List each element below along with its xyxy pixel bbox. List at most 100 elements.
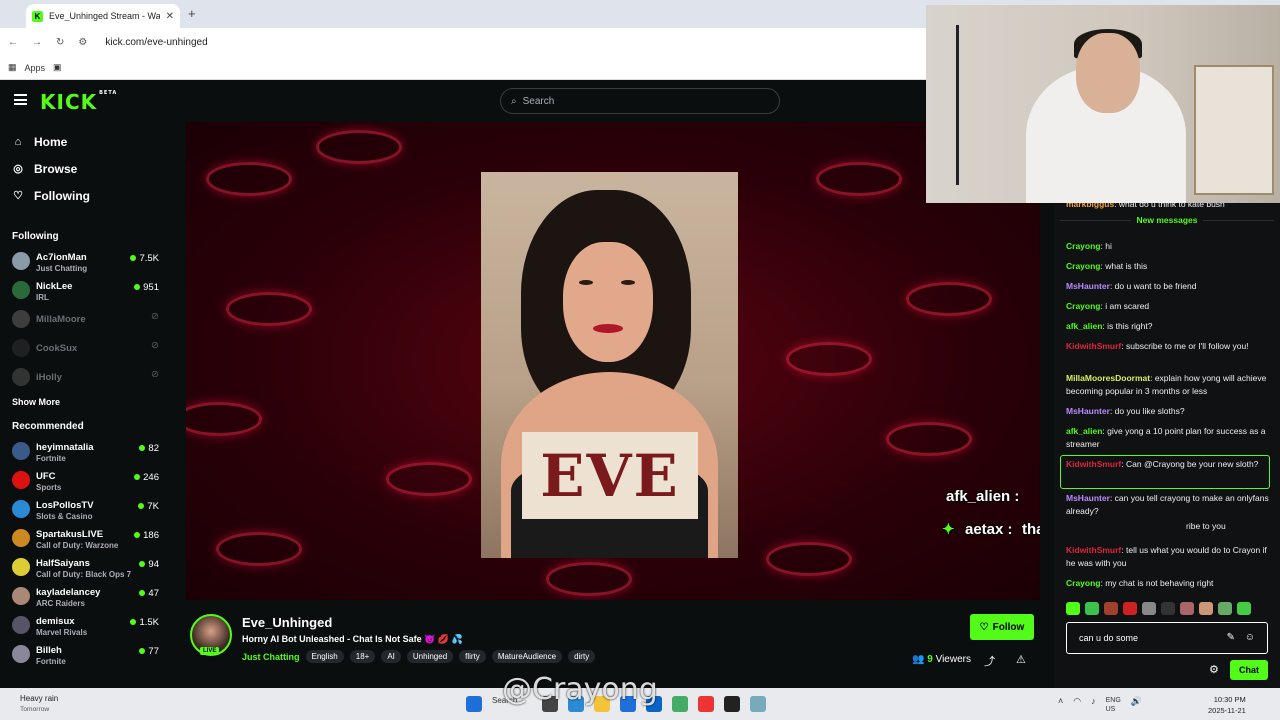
kick-favicon-icon: K	[32, 10, 43, 22]
weather-widget[interactable]: Heavy rain Tomorrow	[20, 694, 58, 715]
chat-send-button[interactable]: Chat	[1230, 660, 1268, 680]
follow-button[interactable]: ♡ Follow	[970, 614, 1034, 640]
chat-username[interactable]: MsHaunter	[1066, 281, 1110, 291]
app-icon[interactable]	[750, 696, 766, 712]
chat-username[interactable]: MsHaunter	[1066, 406, 1110, 416]
emoji-icon[interactable]: ☺	[1245, 632, 1255, 643]
category-link[interactable]: Just Chatting	[242, 652, 300, 662]
emote-icon[interactable]	[1123, 602, 1137, 615]
chat-username[interactable]: MillaMooresDoormat	[1066, 373, 1150, 383]
volume-icon[interactable]: 🔊	[1131, 696, 1142, 714]
chat-username[interactable]: KidwithSmurf	[1066, 341, 1121, 351]
obs-icon[interactable]	[724, 696, 740, 712]
nav-browse[interactable]: ◎ Browse	[0, 155, 171, 182]
streamer-name[interactable]: Eve_Unhinged	[242, 615, 332, 630]
chat-input[interactable]: can u do some ✎ ☺	[1066, 622, 1268, 654]
chat-username[interactable]: Crayong	[1066, 578, 1100, 588]
tag[interactable]: flirty	[459, 650, 486, 663]
chat-settings-icon[interactable]: ⚙	[1209, 663, 1219, 676]
share-icon[interactable]: ⤴	[984, 653, 995, 669]
overlay-user-1: afk_alien :	[946, 488, 1020, 505]
new-tab-icon[interactable]: +	[188, 6, 196, 21]
chat-message: Crayong: i am scared	[1066, 301, 1150, 311]
sidebar-channel[interactable]: Ac7ionMan Just Chatting 7.5K	[0, 248, 171, 277]
emote-icon[interactable]	[1142, 602, 1156, 615]
viewer-count: 246	[134, 472, 159, 483]
sidebar-channel[interactable]: kayladelancey ARC Raiders 47	[0, 583, 171, 612]
emote-icon[interactable]	[1161, 602, 1175, 615]
emote-icon[interactable]	[1218, 602, 1232, 615]
browser-tab[interactable]: K Eve_Unhinged Stream - Watch Live ✕	[26, 4, 180, 28]
close-tab-icon[interactable]: ✕	[166, 11, 174, 22]
sidebar-channel[interactable]: NickLee IRL 951	[0, 277, 171, 306]
new-messages-divider[interactable]: New messages	[1060, 215, 1274, 225]
sidebar-channel[interactable]: CookSux ⊘	[0, 335, 171, 364]
language-indicator[interactable]: ENG US	[1106, 696, 1121, 714]
sidebar-channel[interactable]: Billeh Fortnite 77	[0, 641, 171, 670]
mic-icon[interactable]: ♪	[1091, 696, 1096, 714]
tag[interactable]: dirty	[568, 650, 596, 663]
chat-username[interactable]: afk_alien	[1066, 321, 1102, 331]
wifi-icon[interactable]: ◠	[1073, 696, 1081, 714]
sidebar-channel[interactable]: iHolly ⊘	[0, 364, 171, 393]
tag[interactable]: AI	[381, 650, 401, 663]
viewer-count: 186	[134, 530, 159, 541]
emote-icon[interactable]	[1237, 602, 1251, 615]
kick-logo[interactable]: KICK BETA	[40, 90, 117, 114]
chevron-up-icon[interactable]: ˄	[1058, 696, 1063, 714]
overlay-user-2: aetax :	[965, 521, 1013, 538]
chat-username[interactable]: MsHaunter	[1066, 493, 1110, 503]
chrome-icon[interactable]	[698, 696, 714, 712]
sidebar-channel[interactable]: SpartakusLIVE Call of Duty: Warzone 186	[0, 525, 171, 554]
emote-icon[interactable]	[1085, 602, 1099, 615]
show-more-link[interactable]: Show More	[0, 397, 171, 407]
chat-message: KidwithSmurf: subscribe to me or I'll fo…	[1066, 341, 1249, 351]
back-icon[interactable]: ←	[8, 37, 18, 48]
sidebar-channel[interactable]: demisux Marvel Rivals 1.5K	[0, 612, 171, 641]
url-field[interactable]: kick.com/eve-unhinged	[105, 37, 207, 48]
tag[interactable]: 18+	[349, 650, 376, 663]
emote-icon[interactable]	[1104, 602, 1118, 615]
recommended-heading: Recommended	[12, 421, 84, 432]
sidebar-channel[interactable]: HalfSaiyans Call of Duty: Black Ops 7 94	[0, 554, 171, 583]
chat-username[interactable]: KidwithSmurf	[1066, 545, 1121, 555]
bookmark-apps[interactable]: Apps	[25, 63, 46, 73]
sidebar-channel[interactable]: UFC Sports 246	[0, 467, 171, 496]
tab-groups-icon[interactable]: ▣	[53, 62, 62, 73]
forward-icon[interactable]: →	[32, 37, 42, 48]
emote-icon[interactable]	[1180, 602, 1194, 615]
search-input[interactable]: ⌕ Search	[500, 88, 780, 114]
tag[interactable]: Unhinged	[406, 650, 454, 663]
chat-message: ribe to you	[1186, 521, 1226, 531]
report-icon[interactable]: ⚠	[1016, 653, 1026, 666]
tag[interactable]: MatureAudience	[491, 650, 563, 663]
sidebar-channel[interactable]: heyimnatalia Fortnite 82	[0, 438, 171, 467]
video-player[interactable]: EVE afk_alien : ✦ aetax : that was great…	[186, 122, 1040, 600]
sidebar-channel[interactable]: MillaMoore ⊘	[0, 306, 171, 335]
chat-username[interactable]: Crayong	[1066, 261, 1100, 271]
avatar	[12, 587, 30, 605]
app-icon[interactable]	[672, 696, 688, 712]
emote-icon[interactable]	[1066, 602, 1080, 615]
watermark: @Crayong	[502, 672, 658, 707]
menu-icon[interactable]	[14, 94, 27, 105]
chat-username[interactable]: Crayong	[1066, 301, 1100, 311]
channel-category: Fortnite	[36, 657, 66, 666]
translate-icon[interactable]: ✎	[1227, 632, 1235, 643]
nav-following[interactable]: ♡ Following	[0, 182, 171, 209]
windows-start-icon[interactable]	[466, 696, 482, 712]
emote-icon[interactable]	[1199, 602, 1213, 615]
stream-portrait: EVE	[481, 172, 738, 558]
clock[interactable]: 10:30 PM 2025-11-21	[1208, 694, 1246, 716]
avatar	[12, 471, 30, 489]
tag[interactable]: English	[305, 650, 344, 663]
viewer-count: 951	[134, 282, 159, 293]
avatar	[12, 368, 30, 386]
sidebar-channel[interactable]: LosPollosTV Slots & Casino 7K	[0, 496, 171, 525]
site-info-icon[interactable]: ⚙	[78, 37, 87, 48]
chat-username[interactable]: afk_alien	[1066, 426, 1102, 436]
reload-icon[interactable]: ↻	[56, 37, 64, 48]
nav-home[interactable]: ⌂ Home	[0, 128, 171, 155]
chat-username[interactable]: KidwithSmurf	[1066, 459, 1121, 469]
chat-username[interactable]: Crayong	[1066, 241, 1100, 251]
